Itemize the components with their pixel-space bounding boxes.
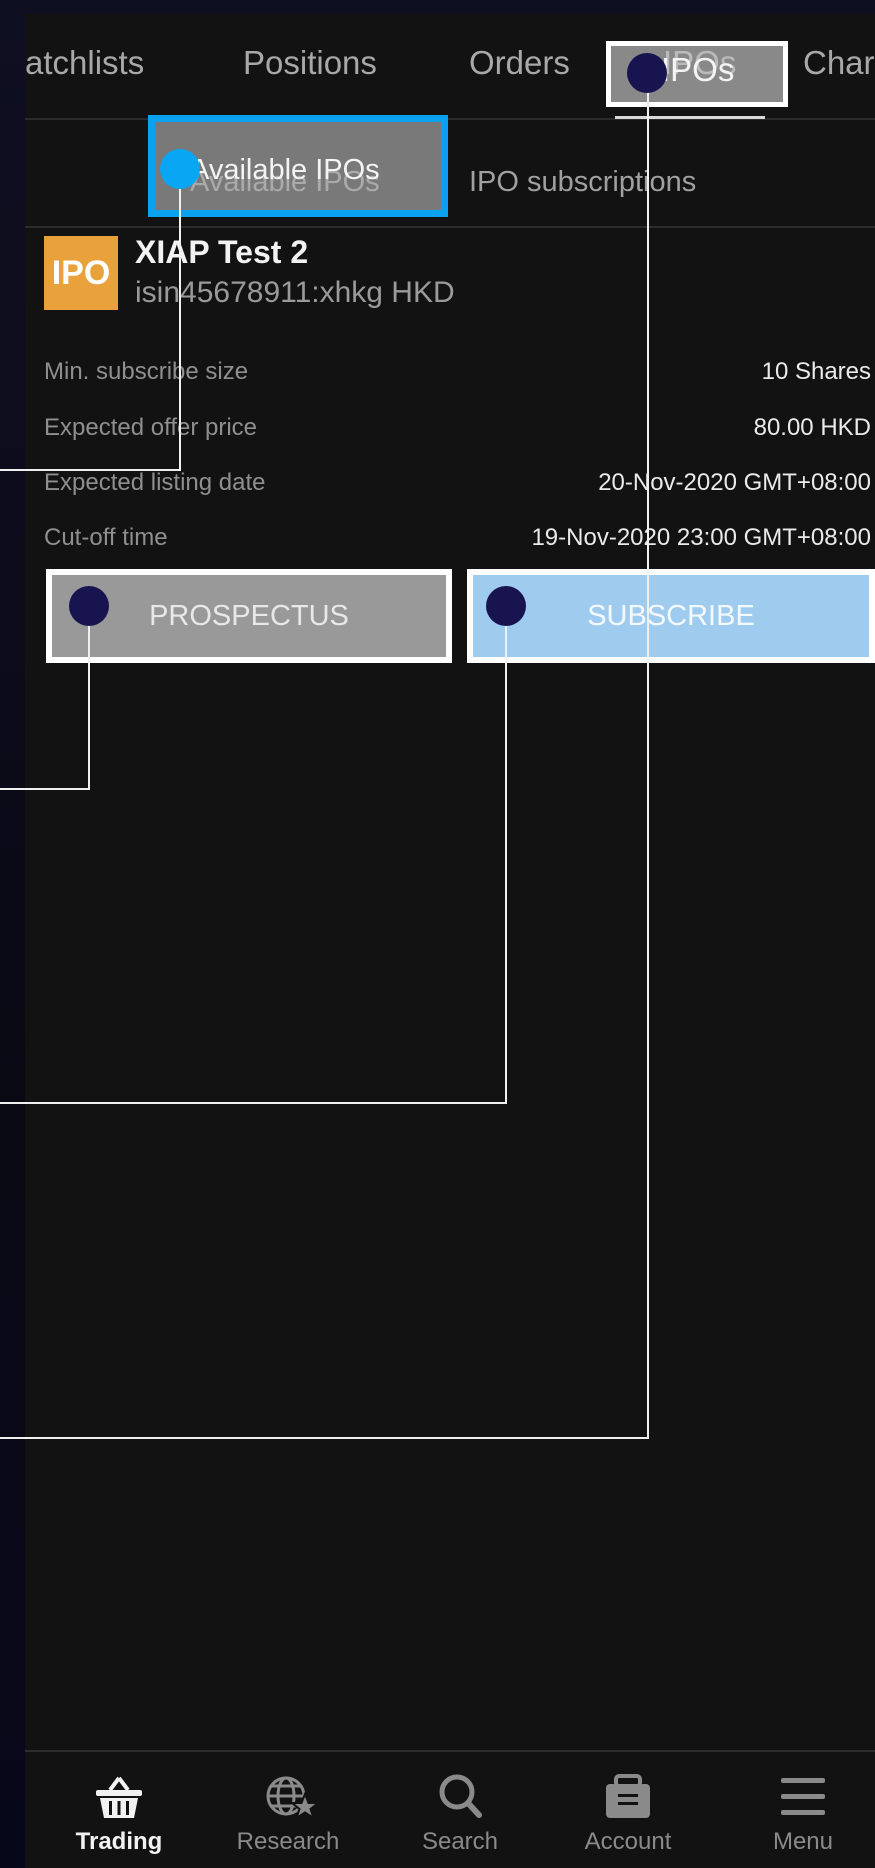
nav-label: Menu	[772, 1828, 834, 1855]
nav-search[interactable]: Search	[385, 1772, 535, 1856]
nav-account[interactable]: Account	[553, 1772, 703, 1856]
detail-row-min-size: Min. subscribe size 10 Shares	[44, 358, 871, 398]
ipo-sub-tab-bar: Available IPOs IPO subscriptions	[25, 122, 875, 228]
hamburger-menu-icon	[781, 1778, 825, 1815]
detail-label: Cut-off time	[44, 524, 168, 551]
detail-row-offer-price: Expected offer price 80.00 HKD	[44, 414, 871, 454]
tab-charts[interactable]: Char	[803, 44, 875, 82]
subscribe-label: SUBSCRIBE	[587, 599, 755, 632]
nav-menu[interactable]: Menu	[728, 1772, 875, 1856]
detail-row-cutoff: Cut-off time 19-Nov-2020 23:00 GMT+08:00	[44, 524, 871, 564]
top-tab-bar: atchlists Positions Orders IPOs Char	[25, 14, 875, 120]
ipo-identifier: isin45678911:xhkg HKD	[135, 276, 455, 309]
subscribe-button[interactable]: SUBSCRIBE	[467, 569, 875, 663]
detail-label: Expected listing date	[44, 469, 266, 496]
app-screen: atchlists Positions Orders IPOs Char Ava…	[25, 14, 875, 1868]
prospectus-button[interactable]: PROSPECTUS	[46, 569, 452, 663]
search-icon	[439, 1774, 482, 1818]
tab-ipo-subscriptions[interactable]: IPO subscriptions	[469, 166, 696, 199]
nav-label: Trading	[75, 1828, 163, 1855]
nav-label: Research	[236, 1828, 340, 1855]
globe-star-icon	[266, 1776, 321, 1821]
tab-ipos[interactable]: IPOs	[663, 44, 736, 82]
active-tab-indicator	[615, 116, 765, 119]
ipo-logo-icon: IPO	[44, 236, 118, 310]
briefcase-icon	[606, 1774, 650, 1818]
bottom-navigation: Trading Research Search Account Menu	[25, 1750, 875, 1868]
ipo-name: XIAP Test 2	[135, 234, 309, 270]
nav-label: Search	[421, 1828, 499, 1855]
nav-label: Account	[584, 1828, 672, 1855]
tab-watchlists[interactable]: atchlists	[25, 44, 144, 82]
tab-available-ipos[interactable]: Available IPOs	[190, 166, 380, 199]
tab-orders[interactable]: Orders	[469, 44, 570, 82]
detail-value: 19-Nov-2020 23:00 GMT+08:00	[531, 524, 871, 551]
detail-row-listing-date: Expected listing date 20-Nov-2020 GMT+08…	[44, 469, 871, 509]
detail-value: 10 Shares	[761, 358, 871, 385]
basket-icon	[96, 1776, 142, 1818]
detail-value: 80.00 HKD	[753, 414, 871, 441]
detail-label: Min. subscribe size	[44, 358, 249, 385]
detail-label: Expected offer price	[44, 414, 258, 441]
detail-value: 20-Nov-2020 GMT+08:00	[598, 469, 871, 496]
tab-positions[interactable]: Positions	[243, 44, 377, 82]
nav-trading[interactable]: Trading	[44, 1772, 194, 1856]
prospectus-label: PROSPECTUS	[149, 599, 349, 632]
nav-research[interactable]: Research	[213, 1772, 363, 1856]
